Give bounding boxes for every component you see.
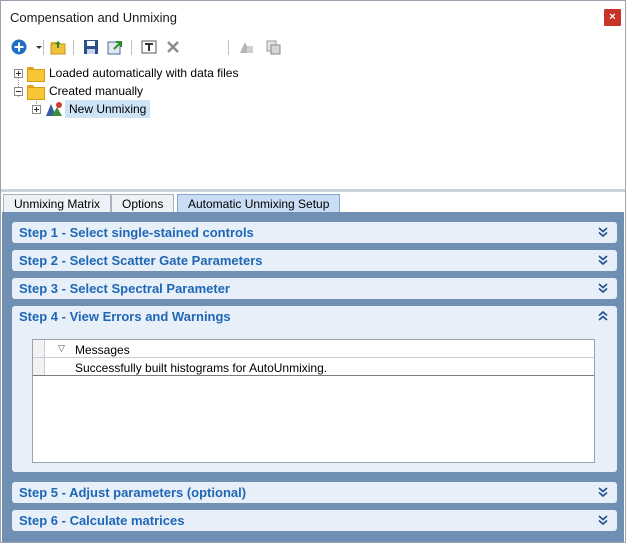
save-icon[interactable] [82, 38, 100, 56]
messages-grid[interactable]: ▽ Messages Successfully built histograms… [32, 339, 595, 463]
rename-icon[interactable] [140, 38, 158, 56]
copy-icon[interactable] [264, 38, 282, 56]
compensation-window: Compensation and Unmixing × Loaded autom… [0, 0, 626, 543]
delete-icon[interactable] [164, 38, 182, 56]
expand-chevron-icon[interactable] [596, 281, 610, 295]
tree-item-label: Created manually [49, 84, 144, 98]
tree-item-label: Loaded automatically with data files [49, 66, 239, 80]
add-dropdown-icon[interactable] [30, 38, 42, 56]
expand-chevron-icon[interactable] [596, 485, 610, 499]
expand-chevron-icon[interactable] [596, 253, 610, 267]
add-icon[interactable] [10, 38, 28, 56]
step-4-header[interactable]: Step 4 - View Errors and Warnings [12, 306, 617, 329]
tree-item-created-manually[interactable]: Created manually [14, 82, 143, 100]
row-indicator[interactable] [33, 358, 45, 375]
tree-item-label: New Unmixing [65, 100, 151, 118]
title-bar: Compensation and Unmixing × [1, 1, 625, 33]
tab-strip: Unmixing Matrix Options Automatic Unmixi… [1, 192, 625, 213]
messages-column-header[interactable]: Messages [75, 343, 130, 357]
apply-icon[interactable] [237, 38, 255, 56]
tree-item-loaded-automatically[interactable]: Loaded automatically with data files [14, 64, 238, 82]
step-4-body: ▽ Messages Successfully built histograms… [12, 329, 617, 472]
tab-unmixing-matrix[interactable]: Unmixing Matrix [3, 194, 112, 213]
table-row[interactable]: Successfully built histograms for AutoUn… [33, 358, 594, 376]
collapse-chevron-icon[interactable] [596, 309, 610, 323]
expand-chevron-icon[interactable] [596, 513, 610, 527]
expand-icon[interactable] [14, 68, 23, 78]
open-icon[interactable] [49, 38, 67, 56]
unmixing-icon [45, 101, 63, 117]
grid-header: ▽ Messages [33, 340, 594, 358]
step-5-header[interactable]: Step 5 - Adjust parameters (optional) [12, 482, 617, 503]
sort-triangle-icon[interactable]: ▽ [58, 343, 65, 354]
close-button[interactable]: × [604, 9, 621, 26]
collapse-icon[interactable] [14, 86, 23, 96]
tab-options[interactable]: Options [111, 194, 175, 213]
step-6-header[interactable]: Step 6 - Calculate matrices [12, 510, 617, 531]
message-cell: Successfully built histograms for AutoUn… [75, 361, 328, 375]
folder-icon [27, 84, 45, 100]
expand-chevron-icon[interactable] [596, 225, 610, 239]
tree-item-new-unmixing[interactable]: New Unmixing [32, 100, 151, 118]
step-1-header[interactable]: Step 1 - Select single-stained controls [12, 222, 617, 243]
step-title: Step 4 - View Errors and Warnings [19, 309, 231, 324]
step-title: Step 6 - Calculate matrices [19, 513, 185, 528]
expand-icon[interactable] [32, 104, 41, 114]
toolbar-separator [73, 40, 74, 55]
toolbar-separator [43, 40, 44, 55]
row-indicator [33, 340, 45, 357]
export-icon[interactable] [106, 38, 124, 56]
step-3-header[interactable]: Step 3 - Select Spectral Parameter [12, 278, 617, 299]
toolbar-separator [228, 40, 229, 55]
step-title: Step 1 - Select single-stained controls [19, 225, 254, 240]
window-title: Compensation and Unmixing [10, 10, 177, 25]
step-title: Step 3 - Select Spectral Parameter [19, 281, 230, 296]
toolbar-separator [131, 40, 132, 55]
unmixing-tree: Loaded automatically with data files Cre… [1, 61, 625, 189]
setup-panel: Step 1 - Select single-stained controls … [2, 212, 624, 542]
tab-automatic-unmixing-setup[interactable]: Automatic Unmixing Setup [177, 194, 341, 213]
folder-icon [27, 66, 45, 82]
toolbar [1, 34, 625, 60]
step-title: Step 5 - Adjust parameters (optional) [19, 485, 247, 500]
step-2-header[interactable]: Step 2 - Select Scatter Gate Parameters [12, 250, 617, 271]
step-title: Step 2 - Select Scatter Gate Parameters [19, 253, 263, 268]
